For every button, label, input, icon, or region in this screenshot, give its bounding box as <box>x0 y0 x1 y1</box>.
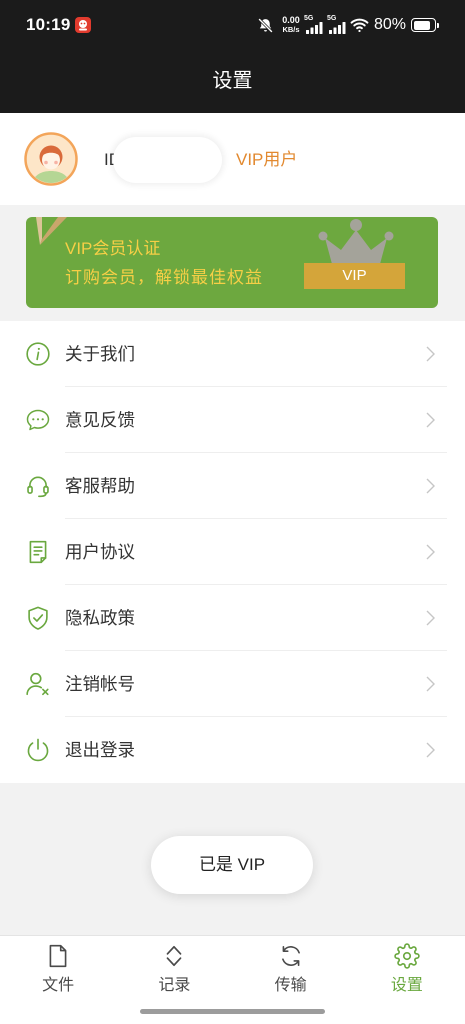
chevron-right-icon <box>426 544 435 560</box>
chevron-right-icon <box>426 610 435 626</box>
app-header: 设置 <box>0 50 465 113</box>
membership-label: VIP用户 <box>236 150 298 169</box>
network-speed-unit: KB/s <box>282 25 300 34</box>
chat-bubble-icon <box>25 407 51 433</box>
menu-item-label: 意见反馈 <box>65 410 135 430</box>
crown-icon <box>318 218 394 264</box>
gear-icon <box>394 943 420 969</box>
info-icon <box>25 341 51 367</box>
vip-membership-card[interactable]: VIP会员认证 订购会员，解锁最佳权益 VIP <box>26 217 438 308</box>
network-speed-value: 0.00 <box>282 15 300 25</box>
menu-item-about[interactable]: 关于我们 <box>0 321 465 387</box>
battery-level-fill <box>413 20 430 30</box>
chevron-right-icon <box>426 742 435 758</box>
toast: 已是 VIP <box>151 836 313 894</box>
menu-item-feedback[interactable]: 意见反馈 <box>0 387 465 453</box>
menu-item-label: 用户协议 <box>65 542 135 562</box>
signal-icon <box>329 22 346 34</box>
signal-icon <box>306 22 323 34</box>
wifi-icon <box>350 17 369 33</box>
redacted-id-blur <box>113 137 222 183</box>
battery-icon <box>411 18 439 32</box>
toast-message: 已是 VIP <box>198 855 266 874</box>
sort-arrows-icon <box>161 943 187 969</box>
vip-badge: VIP <box>304 263 405 289</box>
menu-item-label: 注销帐号 <box>65 674 135 694</box>
battery-tip <box>437 22 439 28</box>
vip-card-subtitle: 订购会员，解锁最佳权益 <box>65 268 263 287</box>
menu-item-logout[interactable]: 退出登录 <box>0 717 465 783</box>
tab-label: 文件 <box>42 977 75 994</box>
status-bar: 10:19 0.00 KB/s 5G 5G 80% <box>0 0 465 50</box>
menu-item-support[interactable]: 客服帮助 <box>0 453 465 519</box>
chevron-right-icon <box>426 346 435 362</box>
power-icon <box>25 737 51 763</box>
shield-check-icon <box>25 605 51 631</box>
tab-settings[interactable]: 设置 <box>349 936 465 1024</box>
chevron-right-icon <box>426 676 435 692</box>
status-time: 10:19 <box>26 15 71 34</box>
sim2-network-type: 5G <box>327 15 337 22</box>
vip-card-title: VIP会员认证 <box>65 239 161 258</box>
sim1-signal: 5G <box>304 15 324 34</box>
menu-item-label: 关于我们 <box>65 344 135 364</box>
chevron-right-icon <box>426 412 435 428</box>
battery-percentage: 80% <box>374 16 407 33</box>
chevron-right-icon <box>426 478 435 494</box>
document-icon <box>25 539 51 565</box>
settings-menu: 关于我们 意见反馈 客服帮助 用户协议 隐私政策 注销帐号 退出登录 <box>0 321 465 783</box>
network-speed: 0.00 KB/s <box>279 15 303 35</box>
app-notification-icon <box>75 17 91 33</box>
menu-item-label: 隐私政策 <box>65 608 135 628</box>
battery-body <box>411 18 436 32</box>
tab-label: 传输 <box>274 977 307 994</box>
file-icon <box>45 943 71 969</box>
menu-item-delete-account[interactable]: 注销帐号 <box>0 651 465 717</box>
tab-label: 设置 <box>390 977 423 994</box>
user-remove-icon <box>25 671 51 697</box>
page-title: 设置 <box>212 70 253 92</box>
menu-item-privacy[interactable]: 隐私政策 <box>0 585 465 651</box>
profile-row[interactable]: ID VIP用户 <box>0 113 465 205</box>
ribbon-corner-icon <box>36 217 68 247</box>
bell-mute-icon <box>257 17 274 34</box>
sim2-signal: 5G <box>327 15 347 34</box>
sim1-network-type: 5G <box>304 15 314 22</box>
sync-icon <box>278 943 304 969</box>
menu-item-user-agreement[interactable]: 用户协议 <box>0 519 465 585</box>
tab-label: 记录 <box>158 977 191 994</box>
avatar[interactable] <box>24 132 78 186</box>
menu-item-label: 客服帮助 <box>65 476 135 496</box>
menu-item-label: 退出登录 <box>65 740 135 760</box>
tab-files[interactable]: 文件 <box>0 936 116 1024</box>
home-indicator <box>140 1009 325 1014</box>
headset-icon <box>25 473 51 499</box>
